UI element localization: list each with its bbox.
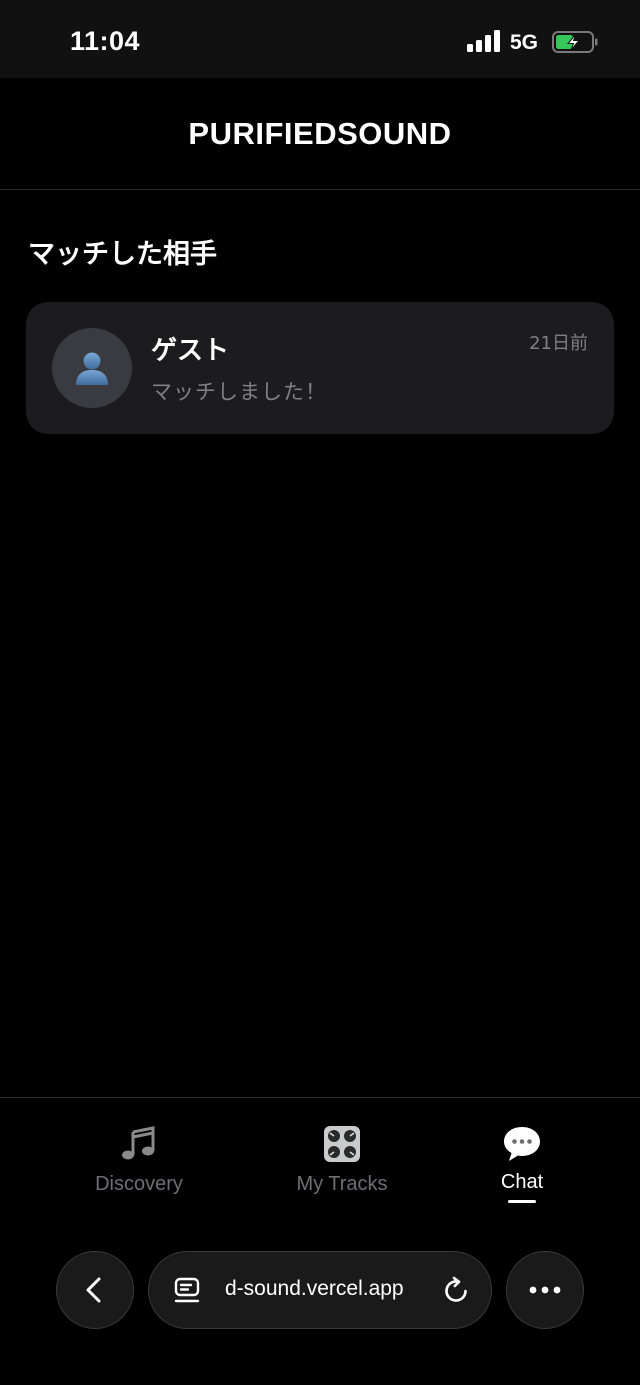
match-message: マッチしました！ [151, 380, 327, 404]
back-button[interactable] [56, 1251, 134, 1329]
more-button[interactable] [506, 1251, 584, 1329]
app-screen: 11:04 5G PURIFIEDSOUND マッチした相手 ゲスト マッチしま… [0, 0, 640, 1385]
nav-label-chat: Chat [500, 1171, 544, 1193]
nav-item-chat[interactable]: Chat [432, 1122, 612, 1212]
control-knobs-icon [320, 1122, 364, 1166]
network-type: 5G [510, 31, 539, 54]
reload-icon[interactable] [441, 1276, 471, 1306]
nav-item-discovery[interactable]: Discovery [49, 1122, 229, 1212]
speech-bubble-icon [500, 1122, 544, 1166]
nav-label-my-tracks: My Tracks [296, 1173, 388, 1195]
more-icon [529, 1286, 561, 1294]
bottom-nav: Discovery My Tracks Chat [0, 1097, 640, 1227]
app-title: PURIFIEDSOUND [188, 115, 452, 151]
signal-icon [467, 30, 501, 52]
status-bar: 11:04 5G [0, 0, 640, 78]
address-bar[interactable]: d-sound.vercel.app [148, 1251, 492, 1329]
user-silhouette-icon [76, 352, 108, 385]
active-tab-indicator [508, 1200, 536, 1203]
nav-item-my-tracks[interactable]: My Tracks [252, 1122, 432, 1212]
match-name: ゲスト [151, 336, 230, 366]
app-header: PURIFIEDSOUND [0, 78, 640, 190]
match-time: 21日前 [529, 333, 588, 354]
music-note-icon [117, 1122, 161, 1166]
url-text: d-sound.vercel.app [225, 1277, 404, 1300]
back-icon [86, 1277, 101, 1303]
match-list-item[interactable]: ゲスト マッチしました！ 21日前 [26, 302, 614, 434]
nav-label-discovery: Discovery [95, 1173, 183, 1195]
matches-section-title: マッチした相手 [28, 239, 217, 270]
avatar [52, 328, 132, 408]
battery-charging-icon [552, 31, 598, 53]
tab-list-icon[interactable] [173, 1276, 203, 1306]
status-time: 11:04 [70, 26, 141, 56]
browser-toolbar: d-sound.vercel.app [0, 1227, 640, 1385]
